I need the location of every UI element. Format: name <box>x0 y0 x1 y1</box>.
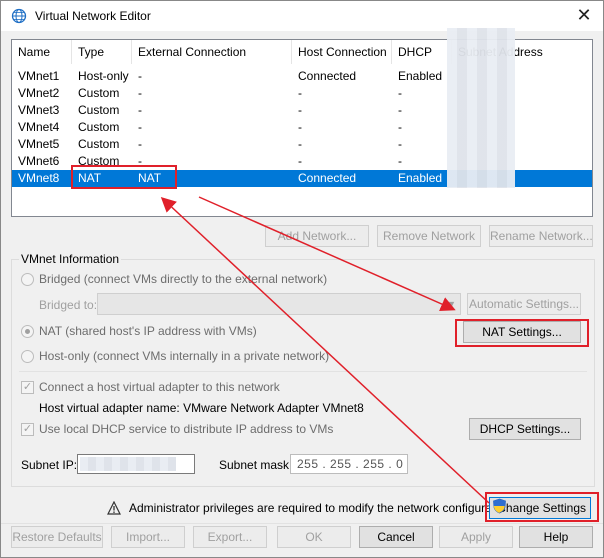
host-only-label: Host-only (connect VMs internally in a p… <box>39 349 330 363</box>
export-button[interactable]: Export... <box>193 526 267 548</box>
column-header-dhcp[interactable]: DHCP <box>392 40 452 64</box>
subnet-mask-input[interactable]: 255 . 255 . 255 . 0 <box>290 454 408 474</box>
table-cell-host: Connected <box>298 171 357 185</box>
table-cell-type: Custom <box>78 103 120 117</box>
bridged-radio[interactable] <box>21 273 34 286</box>
separator <box>19 371 587 372</box>
nat-radio[interactable] <box>21 325 34 338</box>
column-header-name[interactable]: Name <box>12 40 72 64</box>
bridged-label: Bridged (connect VMs directly to the ext… <box>39 272 328 286</box>
subnet-ip-label: Subnet IP: <box>21 458 78 472</box>
table-cell-host: - <box>298 154 302 168</box>
table-cell-external: - <box>138 103 142 117</box>
admin-message: Administrator privileges are required to… <box>129 501 515 515</box>
table-cell-host: Connected <box>298 69 357 83</box>
virtual-network-editor-window: Virtual Network Editor ✕ Name Type Exter… <box>0 0 604 558</box>
column-header-host[interactable]: Host Connection <box>292 40 392 64</box>
use-dhcp-checkbox[interactable]: ✓ <box>21 423 34 436</box>
table-cell-dhcp: Enabled <box>398 171 443 185</box>
window-title: Virtual Network Editor <box>35 9 151 23</box>
table-cell-type: Host-only <box>78 69 129 83</box>
restore-defaults-button[interactable]: Restore Defaults <box>11 526 103 548</box>
ok-button[interactable]: OK <box>277 526 351 548</box>
automatic-settings-button[interactable]: Automatic Settings... <box>467 293 581 315</box>
table-cell-name: VMnet8 <box>18 171 60 185</box>
add-network-button[interactable]: Add Network... <box>265 225 369 247</box>
subnet-mask-label: Subnet mask: <box>219 458 293 472</box>
connect-adapter-checkbox[interactable]: ✓ <box>21 381 34 394</box>
table-cell-external: - <box>138 69 142 83</box>
adapter-name-label: Host virtual adapter name: VMware Networ… <box>39 401 364 415</box>
column-header-external[interactable]: External Connection <box>132 40 292 64</box>
table-cell-host: - <box>298 103 302 117</box>
table-cell-external: - <box>138 120 142 134</box>
use-dhcp-label: Use local DHCP service to distribute IP … <box>39 422 334 436</box>
table-cell-name: VMnet1 <box>18 69 60 83</box>
subnet-ip-redacted <box>80 457 176 471</box>
table-cell-name: VMnet5 <box>18 137 60 151</box>
table-cell-dhcp: - <box>398 86 402 100</box>
rename-network-button[interactable]: Rename Network... <box>489 225 593 247</box>
help-button[interactable]: Help <box>519 526 593 548</box>
subnet-mask-value: 255 . 255 . 255 . 0 <box>297 457 404 471</box>
table-cell-name: VMnet4 <box>18 120 60 134</box>
table-cell-dhcp: - <box>398 103 402 117</box>
warning-icon <box>107 501 121 515</box>
table-cell-external: - <box>138 137 142 151</box>
table-cell-host: - <box>298 86 302 100</box>
apply-button[interactable]: Apply <box>439 526 513 548</box>
import-button[interactable]: Import... <box>111 526 185 548</box>
table-cell-name: VMnet2 <box>18 86 60 100</box>
close-icon[interactable]: ✕ <box>569 3 599 27</box>
annotation-box-change-settings <box>485 492 599 522</box>
vmnet-information-title: VMnet Information <box>19 252 122 266</box>
cancel-button[interactable]: Cancel <box>359 526 433 548</box>
bridged-to-label: Bridged to: <box>39 298 98 312</box>
table-cell-host: - <box>298 120 302 134</box>
table-cell-dhcp: - <box>398 154 402 168</box>
dhcp-settings-button[interactable]: DHCP Settings... <box>469 418 581 440</box>
host-only-radio[interactable] <box>21 350 34 363</box>
nat-label: NAT (shared host's IP address with VMs) <box>39 324 257 338</box>
connect-adapter-label: Connect a host virtual adapter to this n… <box>39 380 280 394</box>
annotation-box-nat-row <box>71 165 177 189</box>
title-bar: Virtual Network Editor ✕ <box>1 1 603 31</box>
network-globe-icon <box>11 8 27 24</box>
table-cell-external: - <box>138 86 142 100</box>
annotation-box-nat-settings <box>455 319 589 347</box>
table-cell-type: Custom <box>78 86 120 100</box>
table-cell-host: - <box>298 137 302 151</box>
footer-separator <box>1 523 603 524</box>
table-cell-dhcp: Enabled <box>398 69 443 83</box>
table-cell-dhcp: - <box>398 137 402 151</box>
dropdown-arrow-icon: ▼ <box>447 299 456 309</box>
subnet-ip-input[interactable] <box>77 454 195 474</box>
table-cell-type: Custom <box>78 120 120 134</box>
column-header-type[interactable]: Type <box>72 40 132 64</box>
table-cell-dhcp: - <box>398 120 402 134</box>
table-cell-name: VMnet6 <box>18 154 60 168</box>
table-cell-type: Custom <box>78 137 120 151</box>
table-cell-name: VMnet3 <box>18 103 60 117</box>
bridged-to-combo[interactable]: ▼ <box>97 293 461 315</box>
remove-network-button[interactable]: Remove Network <box>377 225 481 247</box>
subnet-address-redacted <box>447 28 515 188</box>
